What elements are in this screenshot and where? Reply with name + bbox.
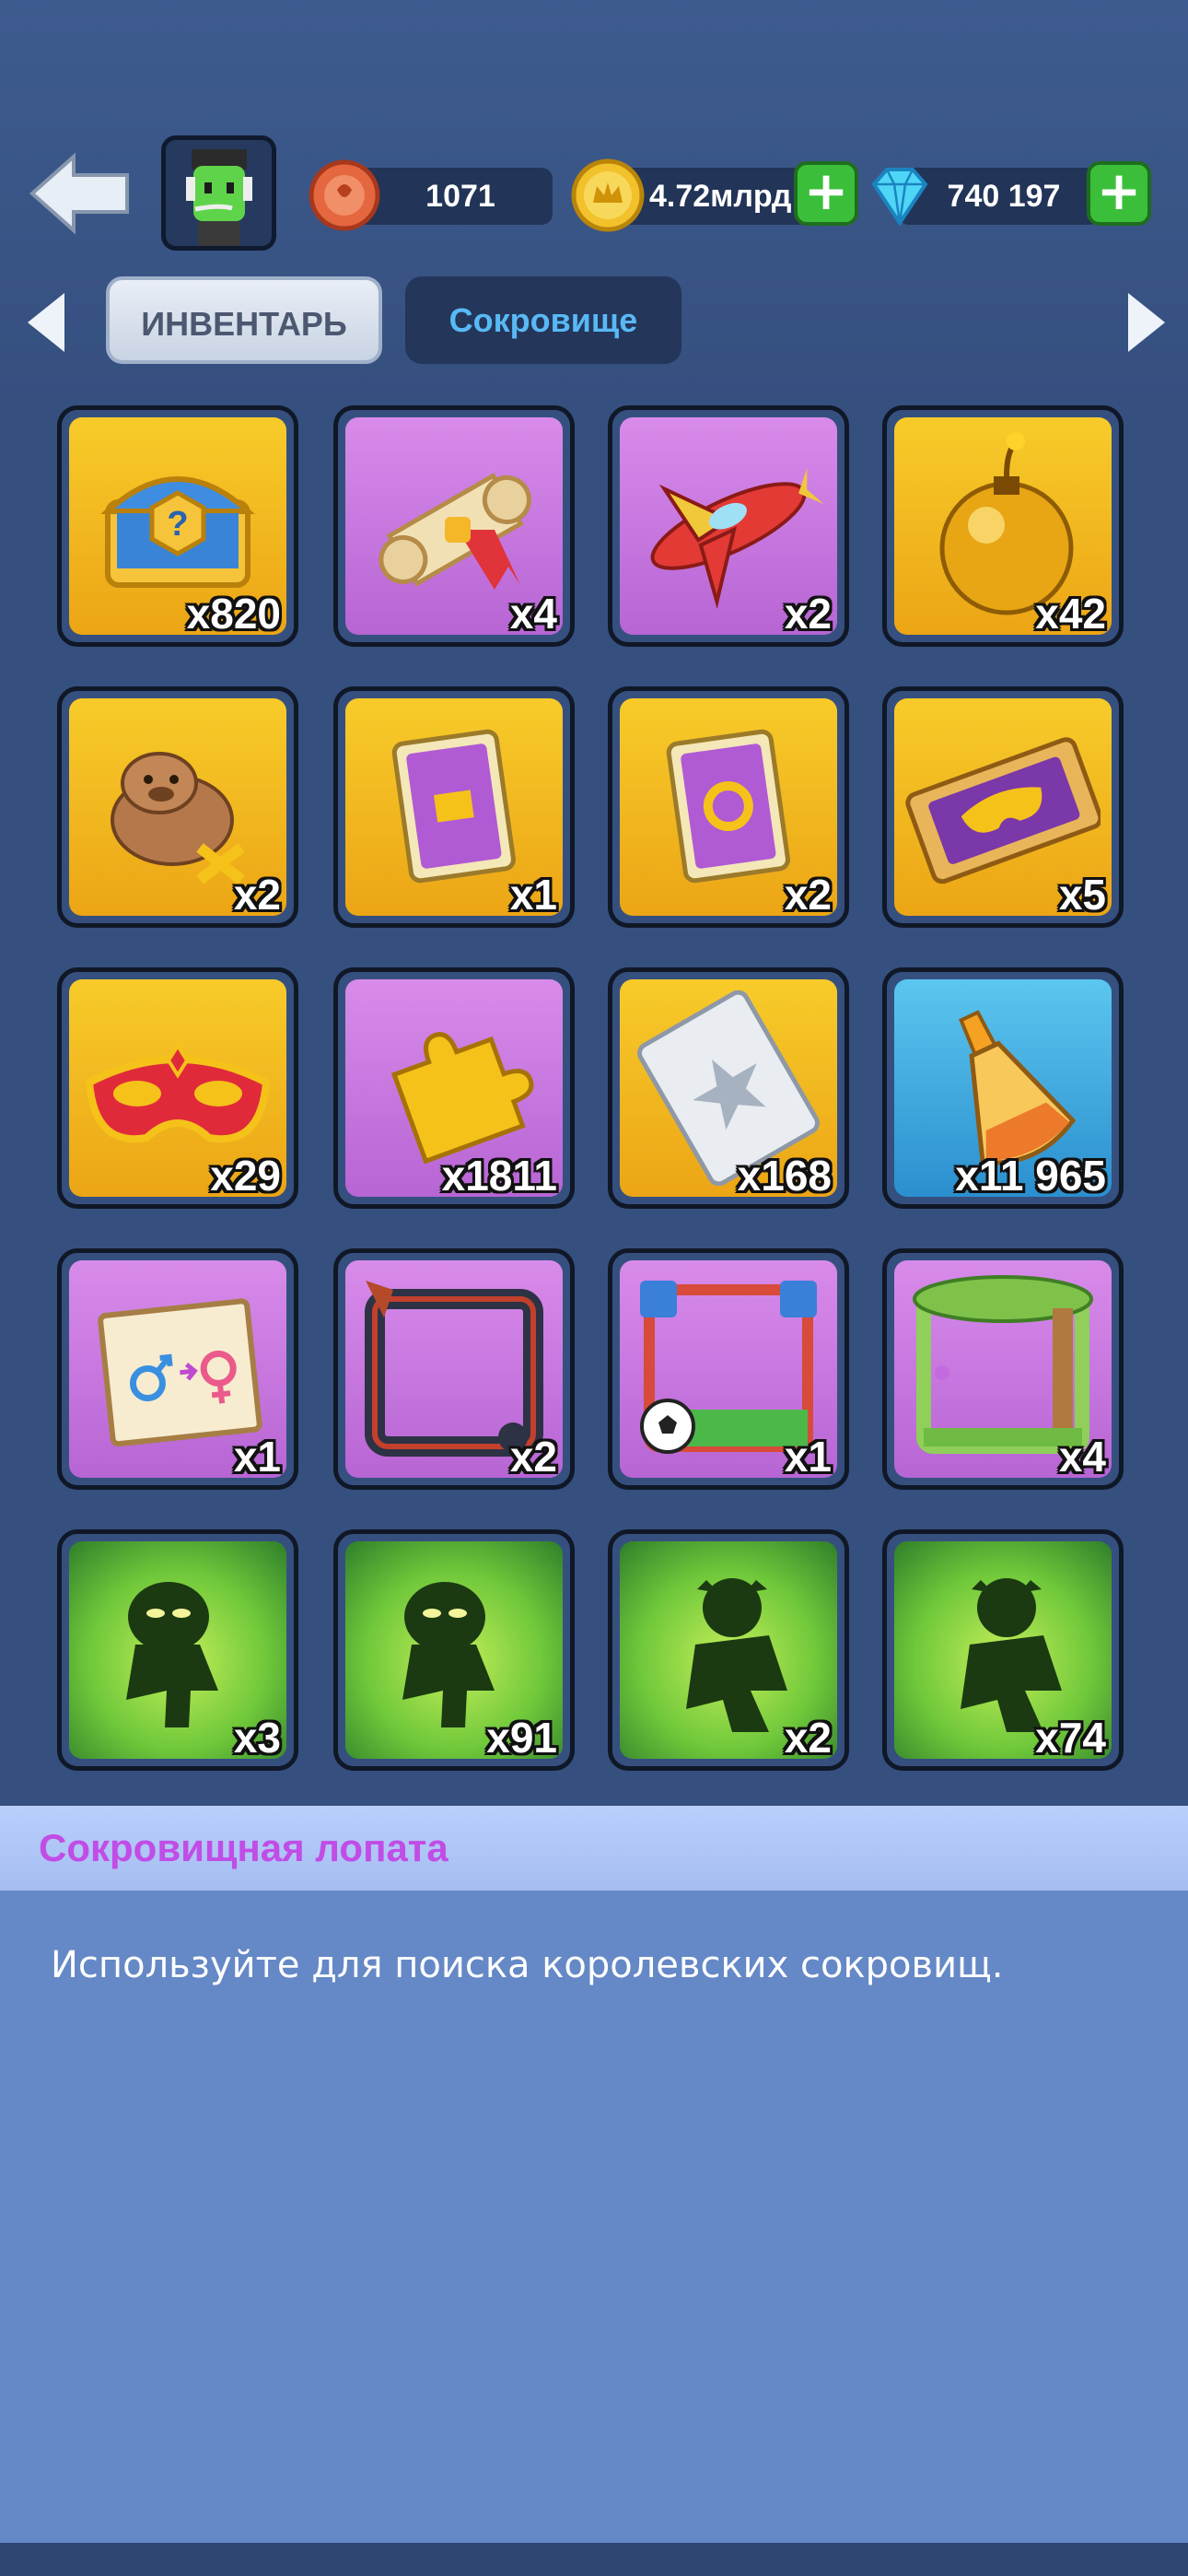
item-count: x1811: [441, 1152, 557, 1200]
ticket-coin-icon: [309, 159, 380, 231]
item-count: x4: [1058, 1433, 1106, 1481]
gold-value: 4.72млрд: [649, 179, 792, 214]
tab-prev-arrow-icon[interactable]: [18, 286, 74, 359]
inventory-item-frame-dark[interactable]: x2: [333, 1248, 575, 1490]
item-description-header: Сокровищная лопата: [0, 1806, 1188, 1891]
item-count: x42: [1035, 590, 1106, 638]
gems-value: 740 197: [947, 179, 1061, 214]
add-gold-button[interactable]: +: [794, 161, 858, 226]
inventory-item-capybara-swap[interactable]: x2: [57, 686, 298, 928]
inventory-item-potion[interactable]: x11 965: [882, 967, 1124, 1209]
inventory-item-mystery-chest[interactable]: ? x820: [57, 405, 298, 647]
add-gems-button[interactable]: +: [1087, 161, 1151, 226]
item-count: x1: [509, 871, 557, 919]
inventory-item-mask-ticket[interactable]: x5: [882, 686, 1124, 928]
avatar[interactable]: [161, 135, 276, 251]
inventory-item-puzzle-piece[interactable]: x1811: [333, 967, 575, 1209]
item-description-title: Сокровищная лопата: [39, 1826, 448, 1869]
tab-treasure[interactable]: Сокровище: [405, 276, 681, 364]
item-count: x11 965: [955, 1152, 1106, 1200]
svg-text:?: ?: [167, 505, 188, 544]
inventory-item-card-refresh[interactable]: x2: [608, 686, 849, 928]
inventory-item-jumper-shadow[interactable]: x74: [882, 1529, 1124, 1771]
tickets-value: 1071: [425, 179, 495, 214]
item-count: x168: [737, 1152, 832, 1200]
inventory-item-runner-shadow[interactable]: x3: [57, 1529, 298, 1771]
inventory-item-gender-card[interactable]: x1: [57, 1248, 298, 1490]
item-count: x4: [509, 590, 557, 638]
item-count: x91: [486, 1714, 557, 1762]
item-count: x820: [186, 590, 281, 638]
tab-inventory[interactable]: ИНВЕНТАРЬ: [106, 276, 382, 364]
inventory-item-silver-ticket[interactable]: x168: [608, 967, 849, 1209]
item-count: x3: [233, 1714, 281, 1762]
item-count: x1: [784, 1433, 832, 1481]
inventory-item-red-mask[interactable]: x29: [57, 967, 298, 1209]
inventory-item-runner-shadow[interactable]: x91: [333, 1529, 575, 1771]
inventory-item-jumper-shadow[interactable]: x2: [608, 1529, 849, 1771]
tab-next-arrow-icon[interactable]: [1119, 286, 1174, 359]
back-arrow-icon[interactable]: [28, 152, 134, 235]
inventory-item-frame-forest[interactable]: x4: [882, 1248, 1124, 1490]
item-count: x1: [233, 1433, 281, 1481]
inventory-item-airplane[interactable]: x2: [608, 405, 849, 647]
inventory-item-frame-soccer[interactable]: x1: [608, 1248, 849, 1490]
inventory-item-scroll[interactable]: x4: [333, 405, 575, 647]
item-count: x29: [210, 1152, 281, 1200]
inventory-item-card-box[interactable]: x1: [333, 686, 575, 928]
item-count: x2: [509, 1433, 557, 1481]
item-description-text: Используйте для поиска королевских сокро…: [51, 1944, 1004, 1986]
item-count: x2: [784, 1714, 832, 1762]
item-count: x74: [1035, 1714, 1106, 1762]
item-count: x2: [784, 590, 832, 638]
gold-coin-icon: [571, 158, 645, 232]
item-count: x5: [1058, 871, 1106, 919]
bottom-strip: [0, 2543, 1188, 2576]
item-count: x2: [784, 871, 832, 919]
inventory-item-bomb[interactable]: x42: [882, 405, 1124, 647]
avatar-character-icon: [166, 140, 272, 246]
item-description-panel: Используйте для поиска королевских сокро…: [0, 1891, 1188, 2543]
gem-icon: [871, 168, 928, 227]
item-count: x2: [233, 871, 281, 919]
